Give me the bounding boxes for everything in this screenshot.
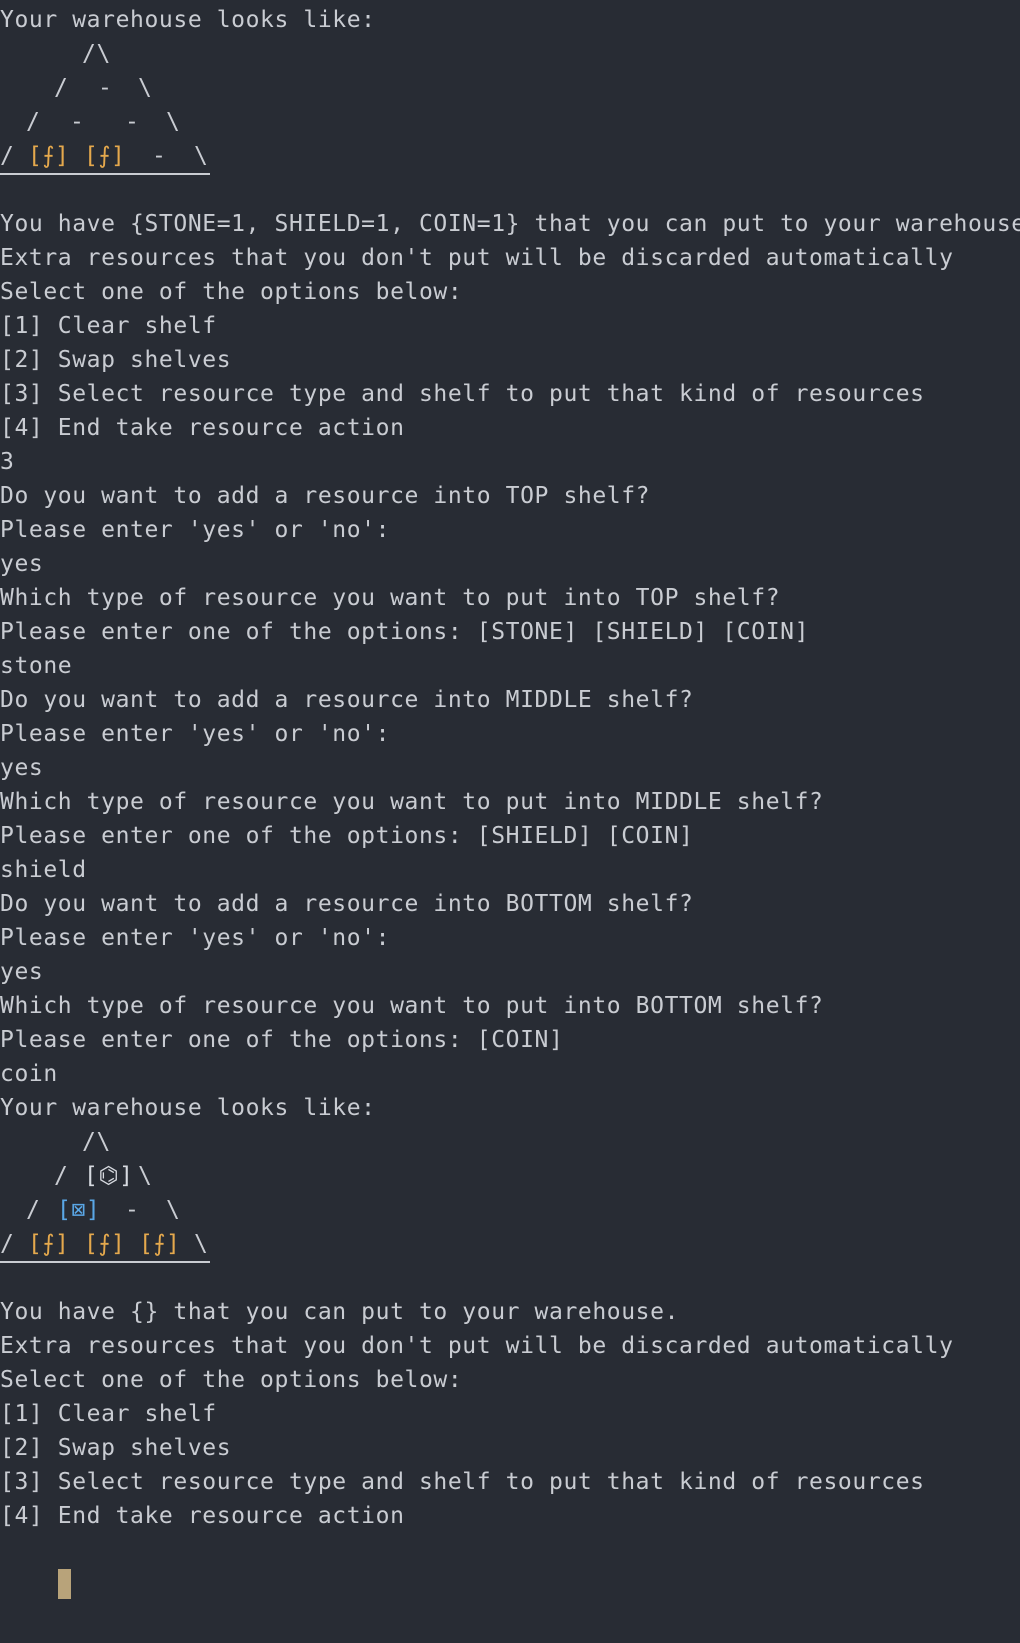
menu-option-swap-shelves: [2] Swap shelves	[0, 1435, 232, 1461]
roof-right-edge: \	[138, 1163, 153, 1189]
coin-icon: [⨍]	[28, 143, 70, 169]
terminal-window[interactable]: Your warehouse looks like: /\ / - \ / - …	[0, 0, 1020, 1599]
warehouse-peak-row: /\	[0, 37, 1020, 71]
warehouse-bottom-shelf: / [⨍] [⨍] - \	[0, 139, 1020, 173]
roof-right-edge: \	[138, 75, 153, 101]
roof-left-edge: /	[54, 75, 69, 101]
coin-icon: [⨍]	[84, 1231, 126, 1257]
menu-option-clear-shelf: [1] Clear shelf	[0, 313, 217, 339]
roof-peak: /\	[82, 41, 111, 67]
top-shelf-slot: -	[98, 75, 113, 101]
warehouse-peak-row: /\	[0, 1125, 1020, 1159]
coin-icon: [⨍]	[84, 143, 126, 169]
user-input: yes	[0, 755, 44, 781]
warehouse-middle-shelf: / [⊠] - \	[0, 1193, 1020, 1227]
prompt-line: Please enter 'yes' or 'no':	[0, 517, 391, 543]
discard-notice: Extra resources that you don't put will …	[0, 245, 954, 271]
shield-icon: [⊠]	[57, 1197, 101, 1223]
menu-option-select-resource: [3] Select resource type and shelf to pu…	[0, 381, 925, 407]
menu-option-clear-shelf: [1] Clear shelf	[0, 1401, 217, 1427]
prompt-line: Please enter 'yes' or 'no':	[0, 721, 391, 747]
user-input: yes	[0, 551, 44, 577]
roof-right-edge: \	[166, 1197, 181, 1223]
middle-shelf-slot: -	[125, 109, 140, 135]
prompt-line: Which type of resource you want to put i…	[0, 585, 781, 611]
roof-left-edge: /	[54, 1163, 69, 1189]
menu-option-swap-shelves: [2] Swap shelves	[0, 347, 232, 373]
prompt-line: Please enter 'yes' or 'no':	[0, 925, 391, 951]
middle-shelf-slot: -	[70, 109, 85, 135]
user-input: coin	[0, 1061, 58, 1087]
roof-left-edge: /	[26, 109, 41, 135]
roof-left-edge: /	[26, 1197, 41, 1223]
warehouse-top-shelf: / - \	[0, 71, 1020, 105]
prompt-line: Which type of resource you want to put i…	[0, 993, 824, 1019]
menu-prompt: Select one of the options below:	[0, 279, 463, 305]
middle-shelf-slot: -	[125, 1197, 140, 1223]
roof-right-edge: \	[194, 1231, 209, 1257]
coin-icon: [⨍]	[28, 1231, 70, 1257]
prompt-line: Do you want to add a resource into MIDDL…	[0, 687, 694, 713]
warehouse-top-shelf: / [⌬] \	[0, 1159, 1020, 1193]
roof-peak: /\	[82, 1129, 111, 1155]
user-input: 3	[0, 449, 15, 475]
bottom-shelf-slot: -	[152, 143, 167, 169]
prompt-line: Do you want to add a resource into BOTTO…	[0, 891, 694, 917]
prompt-line: Please enter one of the options: [SHIELD…	[0, 823, 694, 849]
stone-icon: [⌬]	[84, 1163, 134, 1189]
warehouse-middle-shelf: / - - \	[0, 105, 1020, 139]
text-cursor[interactable]	[57, 1569, 71, 1599]
resources-available: You have {STONE=1, SHIELD=1, COIN=1} tha…	[0, 211, 1020, 237]
menu-option-end-action: [4] End take resource action	[0, 1503, 405, 1529]
warehouse-bottom-shelf: / [⨍] [⨍] [⨍] \	[0, 1227, 1020, 1261]
prompt-line: Please enter one of the options: [STONE]…	[0, 619, 810, 645]
resources-available: You have {} that you can put to your war…	[0, 1299, 680, 1325]
roof-right-edge: \	[166, 109, 181, 135]
user-input: stone	[0, 653, 73, 679]
warehouse-divider	[0, 173, 1020, 207]
roof-left-edge: /	[0, 1231, 15, 1257]
coin-icon: [⨍]	[139, 1231, 181, 1257]
menu-option-select-resource: [3] Select resource type and shelf to pu…	[0, 1469, 925, 1495]
warehouse-header: Your warehouse looks like:	[0, 1095, 376, 1121]
roof-right-edge: \	[194, 143, 209, 169]
discard-notice: Extra resources that you don't put will …	[0, 1333, 954, 1359]
prompt-line: Please enter one of the options: [COIN]	[0, 1027, 564, 1053]
user-input: yes	[0, 959, 44, 985]
menu-option-end-action: [4] End take resource action	[0, 415, 405, 441]
warehouse-divider	[0, 1261, 1020, 1295]
roof-left-edge: /	[0, 143, 15, 169]
menu-prompt: Select one of the options below:	[0, 1367, 463, 1393]
prompt-line: Which type of resource you want to put i…	[0, 789, 824, 815]
warehouse-header: Your warehouse looks like:	[0, 7, 376, 33]
user-input: shield	[0, 857, 87, 883]
prompt-line: Do you want to add a resource into TOP s…	[0, 483, 651, 509]
input-line[interactable]	[0, 1533, 1020, 1599]
